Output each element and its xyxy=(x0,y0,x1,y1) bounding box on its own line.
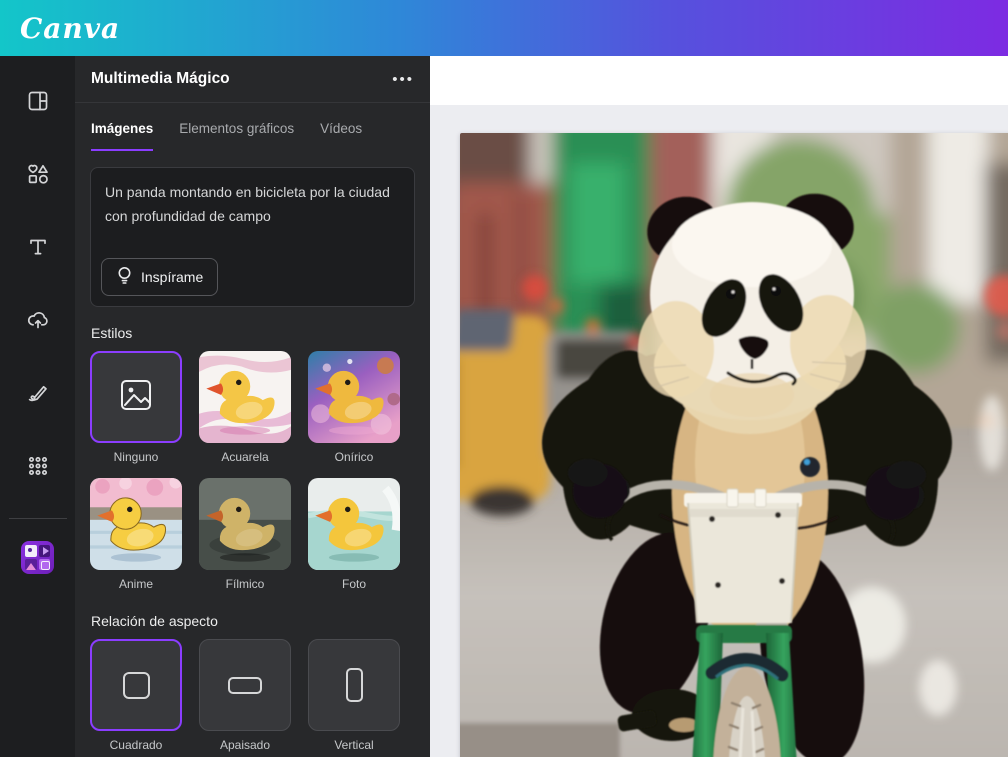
sidebar-item-magic-media[interactable] xyxy=(21,541,54,574)
uploads-icon xyxy=(26,308,50,337)
image-placeholder-icon xyxy=(117,376,155,419)
inspire-me-button[interactable]: Inspírame xyxy=(101,258,219,296)
canvas-area[interactable] xyxy=(430,105,1008,757)
sidebar-item-design[interactable] xyxy=(14,77,62,129)
tab-videos[interactable]: Vídeos xyxy=(320,121,362,151)
draw-icon xyxy=(26,381,50,410)
prompt-input[interactable]: Un panda montando en bicicleta por la ci… xyxy=(91,168,414,254)
styles-row-2: Anime Fílmico Foto xyxy=(75,478,430,591)
canva-logo[interactable]: Canva xyxy=(20,12,120,45)
lightbulb-icon xyxy=(116,266,133,288)
aspect-option-apaisado[interactable]: Apaisado xyxy=(199,639,291,752)
style-option-anime[interactable]: Anime xyxy=(90,478,182,591)
tab-imagenes[interactable]: Imágenes xyxy=(91,121,154,151)
sidebar-item-elements[interactable] xyxy=(14,150,62,202)
editor-main xyxy=(430,56,1008,757)
aspect-option-cuadrado[interactable]: Cuadrado xyxy=(90,639,182,752)
tab-elementos-graficos[interactable]: Elementos gráficos xyxy=(179,121,294,151)
sidebar-rail xyxy=(0,56,75,757)
magic-media-panel: Multimedia Mágico ••• Imágenes Elementos… xyxy=(75,56,430,757)
styles-row-1: Ninguno Acuarela Onírico xyxy=(75,351,430,464)
more-options-button[interactable]: ••• xyxy=(392,71,414,88)
panel-title: Multimedia Mágico xyxy=(91,70,230,87)
design-icon xyxy=(26,89,50,118)
sidebar-item-text[interactable] xyxy=(14,223,62,275)
top-bar: Canva xyxy=(0,0,1008,56)
aspect-option-vertical[interactable]: Vertical xyxy=(308,639,400,752)
sidebar-item-apps[interactable] xyxy=(14,442,62,494)
panel-tabs: Imágenes Elementos gráficos Vídeos xyxy=(75,121,430,151)
style-option-foto[interactable]: Foto xyxy=(308,478,400,591)
style-option-acuarela[interactable]: Acuarela xyxy=(199,351,291,464)
sidebar-item-draw[interactable] xyxy=(14,369,62,421)
aspect-ratio-row: Cuadrado Apaisado Vertical xyxy=(75,639,430,752)
aspect-ratio-heading: Relación de aspecto xyxy=(91,613,218,629)
editor-toolbar xyxy=(430,56,1008,105)
prompt-box: Un panda montando en bicicleta por la ci… xyxy=(90,167,415,307)
rail-divider xyxy=(8,518,67,519)
style-option-onirico[interactable]: Onírico xyxy=(308,351,400,464)
styles-heading: Estilos xyxy=(91,325,133,341)
portrait-ratio-icon xyxy=(345,668,363,702)
generated-image[interactable] xyxy=(460,133,1008,757)
style-option-ninguno[interactable]: Ninguno xyxy=(90,351,182,464)
square-ratio-icon xyxy=(122,671,150,699)
text-icon xyxy=(26,235,50,264)
apps-icon xyxy=(26,454,50,483)
elements-icon xyxy=(26,162,50,191)
sidebar-item-uploads[interactable] xyxy=(14,296,62,348)
style-option-filmico[interactable]: Fílmico xyxy=(199,478,291,591)
landscape-ratio-icon xyxy=(228,676,262,694)
magic-media-app-icon xyxy=(25,545,37,557)
